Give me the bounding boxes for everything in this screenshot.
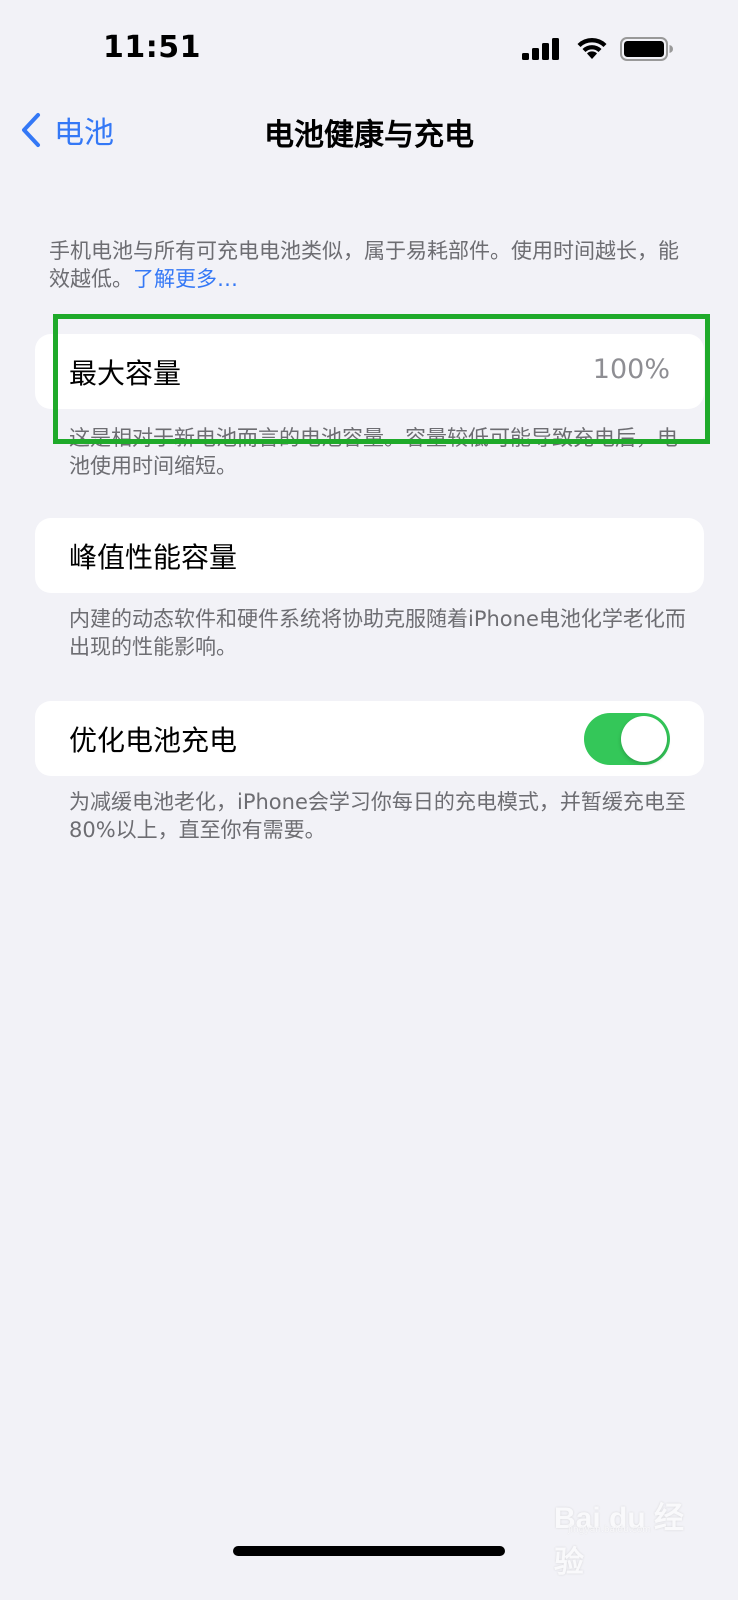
peak-performance-row: 峰值性能容量 <box>35 518 704 593</box>
max-capacity-row: 最大容量 100% <box>35 334 704 409</box>
watermark-subtext: jingyan.baidu.com <box>568 1525 652 1535</box>
battery-icon <box>620 37 673 61</box>
watermark-text: Bai du 经验 <box>554 1502 685 1579</box>
page-title: 电池健康与充电 <box>264 118 474 153</box>
baidu-watermark: Bai du 经验 jingyan.baidu.com <box>554 1487 694 1579</box>
intro-description: 手机电池与所有可充电电池类似，属于易耗部件。使用时间越长，能效越低。了解更多… <box>49 237 689 293</box>
status-time: 11:51 <box>103 30 201 65</box>
optimized-charging-label: 优化电池充电 <box>69 724 238 757</box>
wifi-icon <box>577 37 607 59</box>
learn-more-link[interactable]: 了解更多… <box>133 267 238 291</box>
status-bar: 11:51 <box>0 0 738 100</box>
optimized-charging-row: 优化电池充电 <box>35 701 704 776</box>
optimized-charging-footnote: 为减缓电池老化，iPhone会学习你每日的充电模式，并暂缓充电至80%以上，直至… <box>69 790 686 842</box>
max-capacity-footnote: 这是相对于新电池而言的电池容量。容量较低可能导致充电后，电池使用时间缩短。 <box>69 426 678 478</box>
max-capacity-label: 最大容量 <box>69 357 182 390</box>
optimized-charging-toggle[interactable] <box>584 713 670 765</box>
nav-bar: 电池 电池健康与充电 <box>0 100 738 160</box>
toggle-knob <box>621 716 667 762</box>
peak-performance-footnote: 内建的动态软件和硬件系统将协助克服随着iPhone电池化学老化而出现的性能影响。 <box>69 607 686 659</box>
cellular-signal-icon <box>522 38 559 60</box>
peak-performance-label: 峰值性能容量 <box>69 541 238 574</box>
home-indicator[interactable] <box>233 1546 505 1556</box>
max-capacity-value: 100% <box>592 354 670 385</box>
